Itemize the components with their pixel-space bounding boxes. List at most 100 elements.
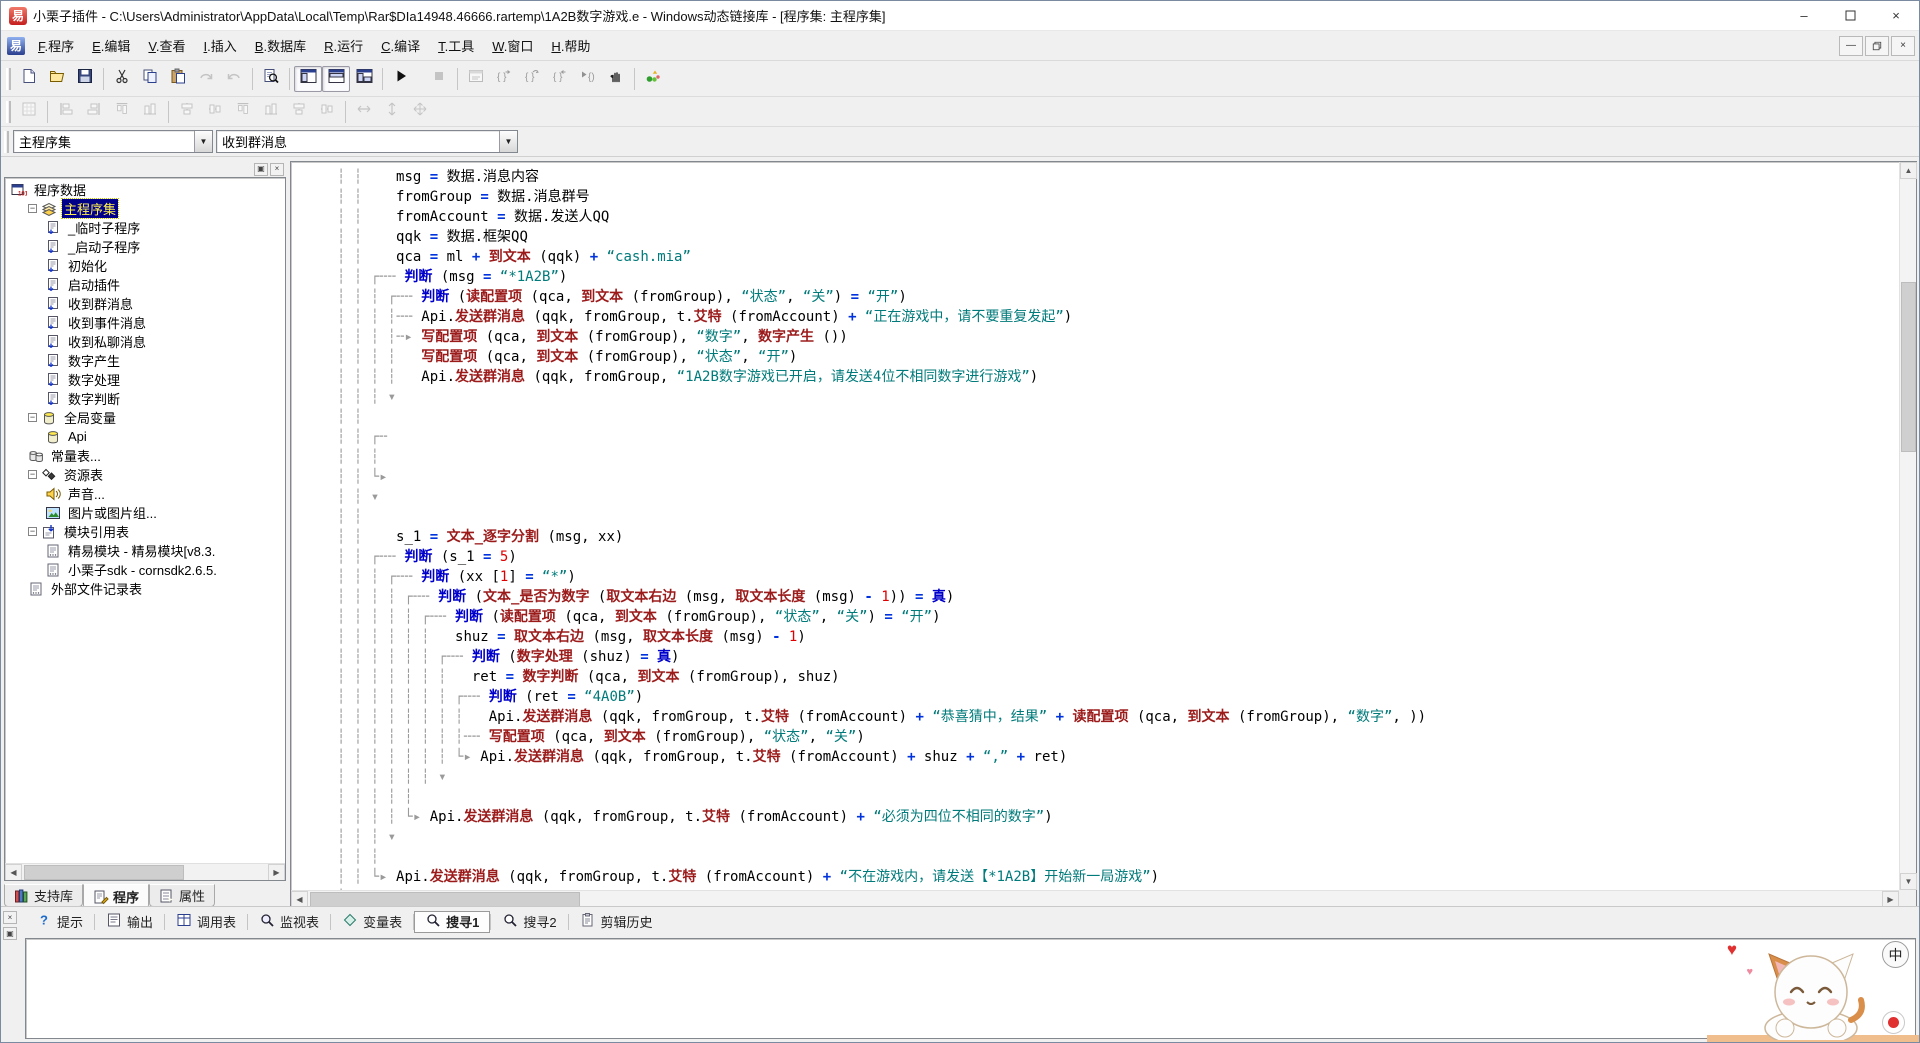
code-line[interactable]: ┆ ┆ — [337, 507, 1891, 527]
ime-language-badge[interactable]: 中 — [1882, 941, 1909, 968]
debug-panel-button[interactable] — [462, 66, 490, 92]
tab-搜寻2[interactable]: 搜寻2 — [491, 911, 567, 933]
pause-button[interactable] — [602, 66, 630, 92]
step-into-button[interactable]: { } — [490, 66, 518, 92]
form-grid-button[interactable] — [15, 99, 43, 125]
scroll-left-icon[interactable]: ◀ — [5, 864, 22, 881]
code-line[interactable]: ┆ ┆ ┌╌╌ 判断 (s_1 = 5) — [337, 547, 1891, 567]
tab-属性[interactable]: 属性 — [149, 884, 215, 907]
code-line[interactable]: ┆ ┆ ┆ ▾ — [337, 827, 1891, 847]
tree-item[interactable]: −全局变量 — [5, 408, 285, 427]
same-height-button[interactable] — [313, 99, 341, 125]
menu-F[interactable]: F.程序 — [29, 33, 83, 58]
code-horizontal-scrollbar[interactable]: ◀ ▶ — [291, 890, 1899, 907]
tree-item[interactable]: Api — [5, 427, 285, 446]
code-line[interactable]: ┆ ┆ ┆ ┆╌╌ Api.发送群消息 (qqk, fromGroup, t.艾… — [337, 307, 1891, 327]
code-line[interactable]: ┆ ┆ — [337, 407, 1891, 427]
tree-item[interactable]: −资源表 — [5, 465, 285, 484]
view-workspace-panel-button[interactable] — [294, 66, 322, 92]
code-line[interactable]: ┆ ┆ ┌╌ — [337, 427, 1891, 447]
bottom-panel-close-button[interactable]: × — [3, 911, 17, 924]
code-line[interactable]: ┆ ┆ ▾ — [337, 487, 1891, 507]
align-bottom-button[interactable] — [136, 99, 164, 125]
tree-item[interactable]: 图片或图片组... — [5, 503, 285, 522]
tree-item[interactable]: _临时子程序 — [5, 218, 285, 237]
menu-V[interactable]: V.查看 — [139, 33, 194, 58]
tab-剪辑历史[interactable]: 剪辑历史 — [569, 911, 664, 933]
search-results-panel[interactable] — [25, 938, 1916, 1039]
tab-调用表[interactable]: 调用表 — [165, 911, 247, 933]
code-line[interactable]: ┆ ┆ ┆ ┆ ┆ ┆ ┆ ┌╌╌ 判断 (ret = “4A0B”) — [337, 687, 1891, 707]
tree-item[interactable]: 101程序数据 — [5, 180, 285, 199]
toolbar-grip[interactable] — [6, 101, 11, 123]
fit-width-button[interactable] — [350, 99, 378, 125]
tree-item[interactable]: 启动插件 — [5, 275, 285, 294]
code-line[interactable]: ┆ ┆ ┆ — [337, 847, 1891, 867]
undo-button[interactable] — [220, 66, 248, 92]
assembly-select[interactable]: 主程序集 ▼ — [13, 130, 213, 153]
menu-E[interactable]: E.编辑 — [83, 33, 139, 58]
code-line[interactable]: ┆ ┆ ┆ ┆ ┌╌╌ 判断 (文本_是否为数字 (取文本右边 (msg, 取文… — [337, 587, 1891, 607]
code-line[interactable]: ┆ ┆ ┆ ┆ ┆ ┆ ┌╌╌ 判断 (数字处理 (shuz) = 真) — [337, 647, 1891, 667]
code-line[interactable]: ┆ ┆ └▸ — [337, 467, 1891, 487]
fit-both-button[interactable] — [406, 99, 434, 125]
tab-支持库[interactable]: 支持库 — [4, 884, 83, 907]
code-line[interactable]: ┆ ┆ ┆ — [337, 447, 1891, 467]
menu-R[interactable]: R.运行 — [315, 33, 372, 58]
minimize-button[interactable]: – — [1781, 1, 1827, 31]
align-right-button[interactable] — [80, 99, 108, 125]
code-line[interactable]: ┆ ┆ s_1 = 文本_逐字分割 (msg, xx) — [337, 527, 1891, 547]
code-line[interactable]: ┆ ┆ ┆ ┌╌╌ 判断 (xx [1] = “*”) — [337, 567, 1891, 587]
view-mixed-panel-button[interactable] — [350, 66, 378, 92]
code-editor[interactable]: ┆ ┆ msg = 数据.消息内容┆ ┆ fromGroup = 数据.消息群号… — [290, 161, 1917, 908]
same-width-button[interactable] — [285, 99, 313, 125]
copy-button[interactable] — [136, 66, 164, 92]
tree-item[interactable]: 初始化 — [5, 256, 285, 275]
scroll-right-icon[interactable]: ▶ — [268, 864, 285, 881]
redo-button[interactable] — [192, 66, 220, 92]
code-line[interactable]: ┆ ┆ ┆ ┆ └▸ Api.发送群消息 (qqk, fromGroup, t.… — [337, 807, 1891, 827]
scroll-up-icon[interactable]: ▲ — [1900, 162, 1917, 179]
scrollbar-thumb[interactable] — [310, 892, 580, 907]
tree-item[interactable]: 数字处理 — [5, 370, 285, 389]
tree-item[interactable]: 外部文件记录表 — [5, 579, 285, 598]
chevron-down-icon[interactable]: ▼ — [194, 131, 212, 152]
center-horizontal-button[interactable] — [173, 99, 201, 125]
paste-button[interactable] — [164, 66, 192, 92]
mdi-restore-button[interactable] — [1865, 36, 1889, 56]
align-top-button[interactable] — [108, 99, 136, 125]
tree-item[interactable]: 声音... — [5, 484, 285, 503]
mdi-close-button[interactable]: × — [1891, 36, 1915, 56]
code-line[interactable]: ┆ ┆ ┆ ▾ — [337, 387, 1891, 407]
menu-C[interactable]: C.编译 — [372, 33, 429, 58]
code-line[interactable]: ┆ ┆ ┆ ┆ 写配置项 (qca, 到文本 (fromGroup), “状态”… — [337, 347, 1891, 367]
tree-item[interactable]: 数字判断 — [5, 389, 285, 408]
maximize-button[interactable] — [1827, 1, 1873, 31]
menu-T[interactable]: T.工具 — [429, 33, 483, 58]
tree-item[interactable]: 数字产生 — [5, 351, 285, 370]
assistant-button[interactable] — [639, 66, 667, 92]
tree-item[interactable]: −主程序集 — [5, 199, 285, 218]
collapse-icon[interactable]: − — [28, 527, 37, 536]
open-button[interactable] — [43, 66, 71, 92]
tab-变量表[interactable]: 变量表 — [331, 911, 413, 933]
code-line[interactable]: ┆ ┆ qqk = 数据.框架QQ — [337, 227, 1891, 247]
tab-监视表[interactable]: 监视表 — [248, 911, 330, 933]
panel-close-button[interactable]: × — [270, 163, 284, 176]
panel-float-button[interactable]: ▣ — [254, 163, 268, 176]
collapse-icon[interactable]: − — [28, 413, 37, 422]
new-button[interactable] — [15, 66, 43, 92]
code-line[interactable]: ┆ ┆ ┆ ┆ ┆ ┆ ┆ └▸ Api.发送群消息 (qqk, fromGro… — [337, 747, 1891, 767]
scrollbar-thumb[interactable] — [1901, 282, 1916, 452]
tab-搜寻1[interactable]: 搜寻1 — [414, 911, 490, 933]
cut-button[interactable] — [108, 66, 136, 92]
code-line[interactable]: ┆ ┆ ┌╌╌ 判断 (msg = “*1A2B”) — [337, 267, 1891, 287]
tree-item[interactable]: 小栗子sdk - cornsdk2.6.5. — [5, 560, 285, 579]
code-line[interactable]: ┆ ┆ ┆ ┆ ┆ ┆ shuz = 取文本右边 (msg, 取文本长度 (ms… — [337, 627, 1891, 647]
tree-item[interactable]: 收到私聊消息 — [5, 332, 285, 351]
code-vertical-scrollbar[interactable]: ▲ ▼ — [1899, 162, 1916, 890]
mdi-minimize-button[interactable]: — — [1839, 36, 1863, 56]
menu-H[interactable]: H.帮助 — [542, 33, 599, 58]
tree-item[interactable]: 收到事件消息 — [5, 313, 285, 332]
scrollbar-thumb[interactable] — [24, 865, 184, 880]
